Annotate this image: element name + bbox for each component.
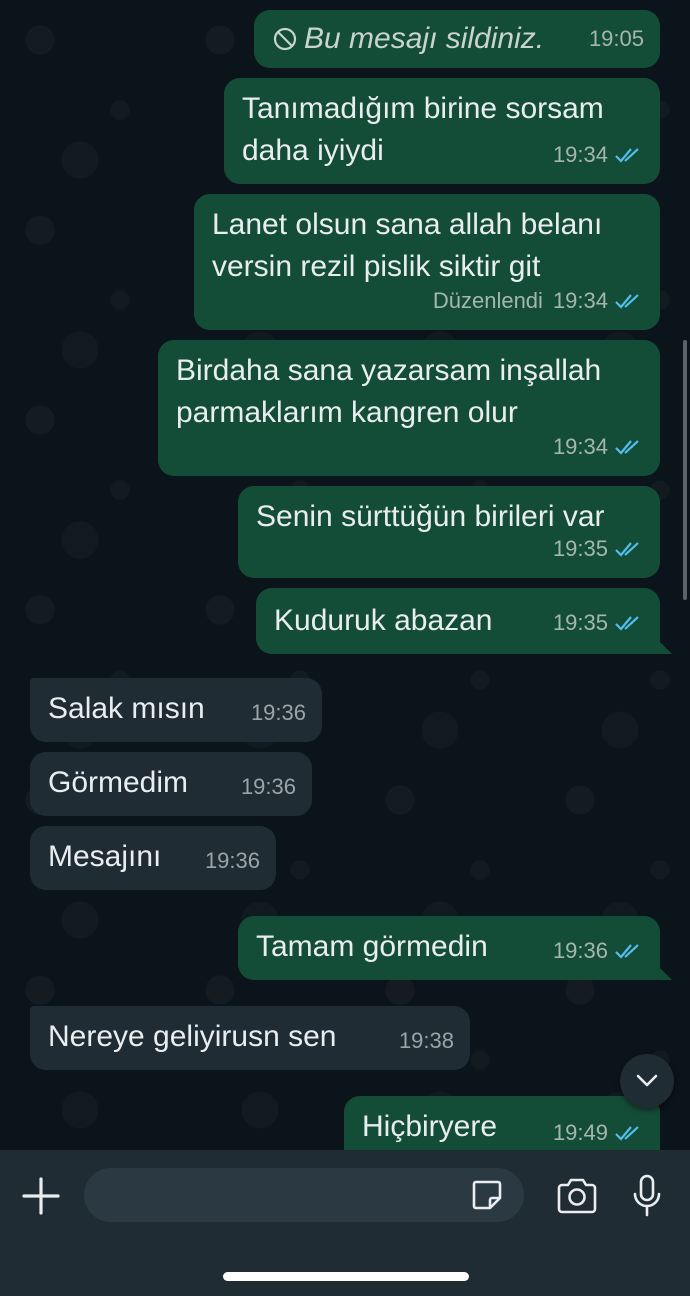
message-meta: 19:05 [589,18,644,60]
read-ticks-icon [615,148,639,163]
incoming-message-bubble[interactable]: Mesajını 19:36 [30,826,276,890]
microphone-button[interactable] [632,1174,662,1218]
outgoing-message-bubble[interactable]: Kuduruk abazan 19:35 [256,588,672,654]
outgoing-message-bubble[interactable]: Senin sürttüğün birileri var 19:35 [238,486,660,578]
read-ticks-icon [615,1126,639,1141]
outgoing-message-bubble[interactable]: Birdaha sana yazarsam inşallah parmaklar… [158,340,660,476]
message-time: 19:38 [398,1028,454,1053]
message-meta: 19:34 [553,426,644,468]
message-time: 19:34 [552,288,608,313]
message-time: 19:36 [250,700,306,725]
message-meta: 19:35 [553,528,644,570]
message-input[interactable] [84,1168,524,1222]
message-meta: 19:36 [241,766,296,808]
chevron-down-icon [636,1074,658,1087]
composer-bar [0,1150,690,1296]
incoming-message-bubble[interactable]: Görmedim 19:36 [30,752,312,816]
message-meta: 19:35 [553,602,644,644]
incoming-message-bubble[interactable]: Nereye geliyirusn sen 19:38 [30,1006,470,1070]
ban-icon [273,27,297,51]
outgoing-message-bubble[interactable]: Hiçbiryere 19:49 [344,1096,660,1150]
message-time: 19:49 [552,1120,608,1145]
scrollbar[interactable] [683,340,687,600]
outgoing-message-bubble[interactable]: Lanet olsun sana allah belanı versin rez… [194,194,660,330]
read-ticks-icon [615,616,639,631]
message-time: 19:34 [552,142,608,167]
outgoing-message-bubble[interactable]: Tanımadığım birine sorsam daha iyiydi 19… [224,78,660,184]
message-text: Birdaha sana yazarsam inşallah parmaklar… [176,354,602,429]
camera-icon [557,1178,597,1214]
message-meta: 19:34 [553,134,644,176]
plus-icon [22,1177,60,1215]
read-ticks-icon [615,542,639,557]
message-time: 19:36 [552,938,608,963]
read-ticks-icon [615,440,639,455]
sticker-icon [472,1180,502,1210]
message-time: 19:34 [552,434,608,459]
message-meta: 19:36 [553,930,644,972]
message-time: 19:05 [588,26,644,51]
scroll-to-bottom-button[interactable] [620,1054,674,1108]
home-indicator[interactable] [223,1272,469,1281]
read-ticks-icon [615,294,639,309]
message-time: 19:36 [204,848,260,873]
deleted-message-bubble[interactable]: Bu mesajı sildiniz. 19:05 [254,10,660,68]
chat-area[interactable]: Bu mesajı sildiniz. 19:05 Tanımadığım bi… [0,0,690,1150]
camera-button[interactable] [555,1176,599,1216]
message-meta: 19:38 [399,1020,454,1062]
message-time: 19:35 [552,536,608,561]
incoming-message-bubble[interactable]: Salak mısın 19:36 [30,678,322,742]
message-meta: 19:36 [251,692,306,734]
read-ticks-icon [615,944,639,959]
microphone-icon [633,1174,661,1217]
sticker-button[interactable] [470,1178,504,1212]
edited-label: Düzenlendi [432,288,543,313]
message-time: 19:35 [552,610,608,635]
message-text: Lanet olsun sana allah belanı versin rez… [212,208,603,283]
message-meta: 19:36 [205,840,260,882]
outgoing-message-bubble[interactable]: Tamam görmedin 19:36 [238,916,672,980]
attach-button[interactable] [20,1175,62,1217]
message-meta: Düzenlendi 19:34 [433,280,644,322]
message-meta: 19:49 [553,1112,644,1150]
message-time: 19:36 [240,774,296,799]
